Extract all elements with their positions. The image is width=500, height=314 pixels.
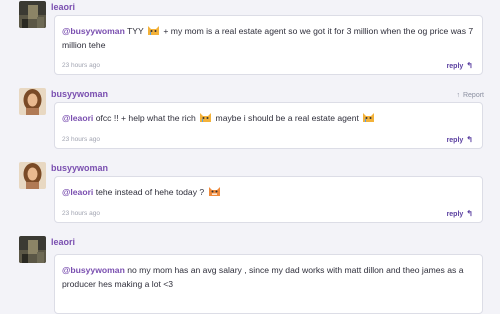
mention-link[interactable]: @busyywoman bbox=[62, 26, 125, 36]
mention-link[interactable]: @leaori bbox=[62, 187, 93, 197]
comment-text: @busyywoman TYY + my mom is a real estat… bbox=[62, 26, 474, 50]
grinning-cat-emoji-icon bbox=[208, 187, 220, 196]
comment-item: leaori @busyywoman no my mom has an avg … bbox=[0, 236, 500, 314]
comment-item: leaori @busyywoman TYY + my mom is a rea… bbox=[0, 1, 500, 81]
avatar[interactable] bbox=[19, 88, 46, 115]
comment-username[interactable]: leaori bbox=[51, 2, 75, 12]
crying-cat-emoji-icon bbox=[200, 113, 212, 122]
comment-text: @leaori tehe instead of hehe today ? bbox=[62, 185, 474, 199]
avatar-portrait-icon bbox=[19, 88, 46, 115]
avatar[interactable] bbox=[19, 162, 46, 189]
avatar-dark-icon bbox=[19, 1, 46, 28]
comment-item: busyywoman ↑ Report @leaori ofcc !! + hel… bbox=[0, 88, 500, 154]
reply-icon: ↰ bbox=[466, 135, 473, 144]
crying-cat-emoji-icon bbox=[148, 26, 160, 35]
mention-link[interactable]: @busyywoman bbox=[62, 265, 125, 275]
comment-timestamp: 23 hours ago bbox=[62, 62, 100, 69]
mention-link[interactable]: @leaori bbox=[62, 113, 93, 123]
reply-icon: ↰ bbox=[466, 209, 473, 218]
comment-username[interactable]: busyywoman bbox=[51, 163, 108, 173]
comment-bubble: @busyywoman TYY + my mom is a real estat… bbox=[54, 15, 483, 75]
comment-item: busyywoman @leaori tehe instead of hehe … bbox=[0, 162, 500, 228]
comment-username[interactable]: busyywoman bbox=[51, 89, 108, 99]
avatar[interactable] bbox=[19, 1, 46, 28]
comment-bubble: @leaori ofcc !! + help what the rich may… bbox=[54, 102, 483, 149]
comment-text: @leaori ofcc !! + help what the rich may… bbox=[62, 111, 474, 125]
avatar-dark-icon bbox=[19, 236, 46, 263]
comment-bubble: @busyywoman no my mom has an avg salary … bbox=[54, 254, 483, 314]
comment-timestamp: 23 hours ago bbox=[62, 136, 100, 143]
reply-icon: ↰ bbox=[466, 61, 473, 70]
comment-username[interactable]: leaori bbox=[51, 237, 75, 247]
avatar-portrait-icon bbox=[19, 162, 46, 189]
report-arrow-icon: ↑ bbox=[456, 92, 460, 99]
comment-timestamp: 23 hours ago bbox=[62, 210, 100, 217]
report-button[interactable]: ↑ Report bbox=[456, 92, 484, 99]
reply-button[interactable]: reply ↰ bbox=[447, 209, 473, 218]
reply-button[interactable]: reply ↰ bbox=[447, 61, 473, 70]
reply-button[interactable]: reply ↰ bbox=[447, 135, 473, 144]
comment-bubble: @leaori tehe instead of hehe today ? 23 … bbox=[54, 176, 483, 223]
crying-cat-emoji-icon bbox=[363, 113, 375, 122]
avatar[interactable] bbox=[19, 236, 46, 263]
comment-text: @busyywoman no my mom has an avg salary … bbox=[62, 265, 464, 289]
comment-thread: leaori @busyywoman TYY + my mom is a rea… bbox=[0, 0, 500, 314]
